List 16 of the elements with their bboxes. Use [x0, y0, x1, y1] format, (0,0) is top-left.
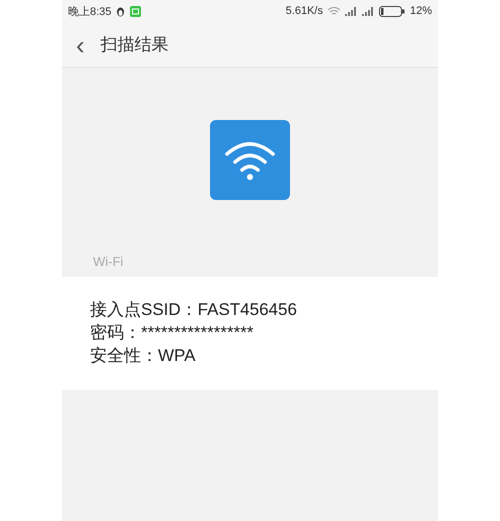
- result-line: 接入点SSID：FAST456456: [90, 299, 298, 320]
- wifi-app-icon: [210, 120, 290, 200]
- page-title: 扫描结果: [100, 34, 169, 56]
- clock: 晚上8:35: [68, 4, 112, 18]
- result-line: 安全性：WPA: [90, 345, 196, 366]
- app-icon: [130, 6, 142, 16]
- result-line: 密码：*****************: [90, 322, 254, 343]
- signal-icon: [344, 6, 357, 16]
- battery-percent: 12%: [410, 5, 432, 17]
- penguin-icon: [116, 6, 126, 16]
- battery-icon: [378, 6, 405, 16]
- wifi-icon: [328, 6, 340, 16]
- network-speed: 5.61K/s: [286, 5, 323, 17]
- back-button[interactable]: ‹: [74, 32, 87, 58]
- result-type: Wi-Fi: [93, 254, 124, 269]
- signal-icon: [362, 6, 374, 16]
